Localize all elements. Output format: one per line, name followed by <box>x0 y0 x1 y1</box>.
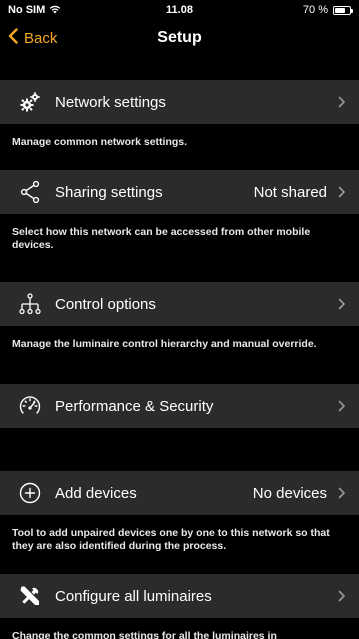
add-devices-label: Add devices <box>55 484 137 502</box>
chevron-right-icon <box>337 296 347 312</box>
status-bar: No SIM 11.08 70 % <box>0 0 359 20</box>
performance-security-row[interactable]: Performance & Security <box>0 384 359 428</box>
plus-circle-icon <box>17 480 43 506</box>
configure-luminaires-label: Configure all luminaires <box>55 587 212 605</box>
network-settings-label: Network settings <box>55 93 166 111</box>
configure-luminaires-description: Change the common settings for all the l… <box>12 630 277 639</box>
network-settings-description: Manage common network settings. <box>12 136 188 148</box>
performance-security-label: Performance & Security <box>55 397 214 415</box>
battery-icon <box>333 5 353 15</box>
control-options-row[interactable]: Control options <box>0 282 359 326</box>
share-icon <box>17 179 43 205</box>
add-devices-row[interactable]: Add devices No devices <box>0 471 359 515</box>
chevron-right-icon <box>337 398 347 414</box>
control-options-label: Control options <box>55 295 156 313</box>
battery-level <box>335 7 345 13</box>
chevron-right-icon <box>337 485 347 501</box>
gauge-icon <box>17 393 43 419</box>
sharing-status-value: Not shared <box>253 183 327 201</box>
control-options-description: Manage the luminaire control hierarchy a… <box>12 338 317 350</box>
chevron-right-icon <box>337 94 347 110</box>
setup-screen: No SIM 11.08 70 % Back Setup Network set… <box>0 0 359 639</box>
status-time: 11.08 <box>166 4 193 16</box>
chevron-right-icon <box>337 588 347 604</box>
sharing-settings-label: Sharing settings <box>55 183 163 201</box>
devices-status-value: No devices <box>252 484 327 502</box>
configure-luminaires-row[interactable]: Configure all luminaires <box>0 574 359 618</box>
network-settings-row[interactable]: Network settings <box>0 80 359 124</box>
chevron-right-icon <box>337 184 347 200</box>
hierarchy-icon <box>17 291 43 317</box>
sharing-settings-row[interactable]: Sharing settings Not shared <box>0 170 359 214</box>
gears-icon <box>17 89 43 115</box>
add-devices-description: Tool to add unpaired devices one by one … <box>12 527 330 552</box>
sharing-settings-description: Select how this network can be accessed … <box>12 226 311 251</box>
tools-icon <box>17 583 43 609</box>
page-title: Setup <box>157 29 202 46</box>
navigation-bar: Back Setup <box>0 20 359 56</box>
